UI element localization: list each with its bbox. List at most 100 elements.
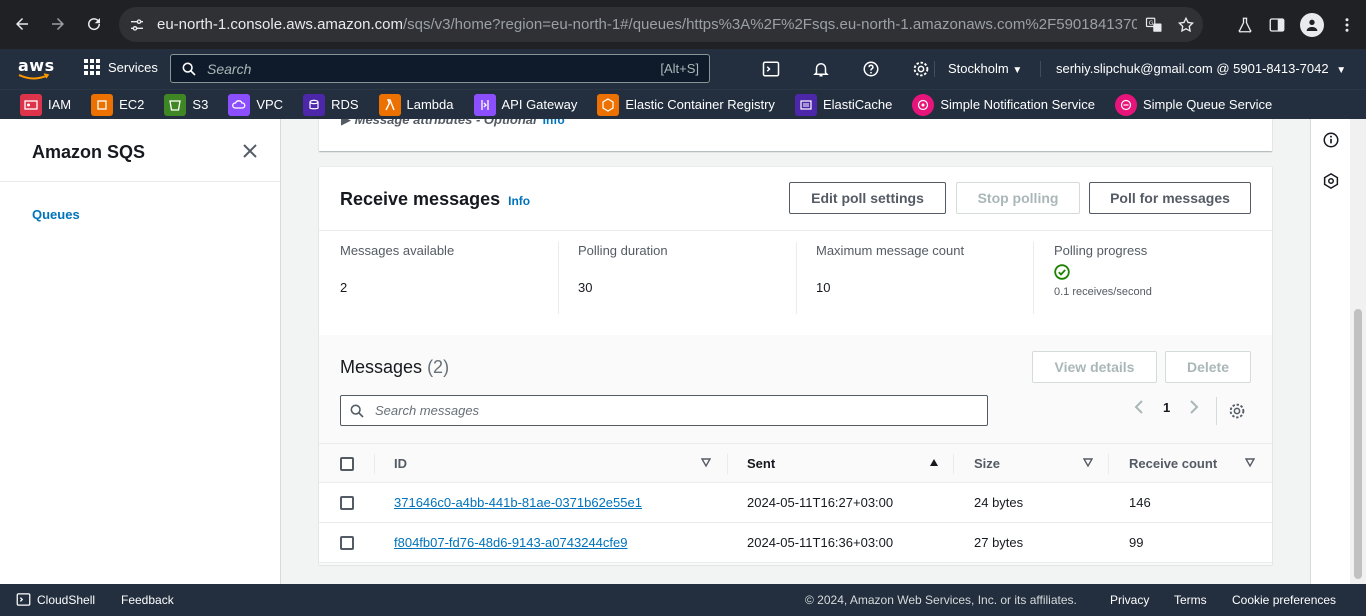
notifications-button[interactable] [796, 49, 846, 89]
url-text: eu-north-1.console.aws.amazon.com/sqs/v3… [157, 16, 1137, 33]
message-receive-count: 146 [1129, 495, 1151, 510]
favorite-label: Elastic Container Registry [625, 97, 775, 112]
sort-up-icon[interactable] [929, 458, 939, 468]
message-id-link[interactable]: f804fb07-fd76-48d6-9143-a0743244cfe9 [394, 535, 627, 550]
kebab-menu-icon[interactable] [1338, 16, 1356, 34]
receive-messages-panel: Receive messages Info Edit poll settings … [319, 166, 1272, 565]
reload-button[interactable] [76, 6, 112, 42]
stat-polling-progress: Polling progress 0.1 receives/second [1054, 243, 1152, 315]
column-header-id[interactable]: ID [394, 456, 407, 471]
view-details-button[interactable]: View details [1032, 351, 1157, 383]
close-icon [243, 144, 257, 158]
services-menu[interactable]: Services [84, 59, 158, 75]
aws-smile-icon [18, 73, 50, 80]
hexagon-settings-icon[interactable] [1322, 172, 1340, 190]
chevron-left-icon[interactable] [1133, 399, 1145, 415]
sort-down-icon[interactable] [701, 458, 711, 468]
favorite-ecr[interactable]: Elastic Container Registry [577, 90, 775, 120]
address-bar[interactable]: eu-north-1.console.aws.amazon.com/sqs/v3… [119, 7, 1203, 42]
favorite-sns[interactable]: Simple Notification Service [892, 90, 1095, 120]
favorite-sqs[interactable]: Simple Queue Service [1095, 90, 1272, 120]
settings-button[interactable] [896, 49, 946, 89]
delete-button[interactable]: Delete [1165, 351, 1251, 383]
favorite-rds[interactable]: RDS [283, 90, 359, 120]
favorite-s3[interactable]: S3 [144, 90, 208, 120]
terms-link[interactable]: Terms [1174, 593, 1207, 607]
account-menu[interactable]: serhiy.slipchuk@gmail.com @ 5901-8413-70… [1056, 61, 1346, 76]
aws-logo[interactable]: aws [18, 56, 55, 80]
table-row[interactable]: f804fb07-fd76-48d6-9143-a0743244cfe9 202… [319, 523, 1272, 563]
console-footer: CloudShell Feedback © 2024, Amazon Web S… [0, 584, 1366, 616]
receive-messages-header: Receive messages Info Edit poll settings … [319, 167, 1272, 231]
privacy-link[interactable]: Privacy [1110, 593, 1149, 607]
info-circle-icon[interactable] [1322, 131, 1340, 149]
ec2-icon [91, 93, 114, 116]
favorite-iam[interactable]: IAM [0, 90, 71, 120]
svg-text:G: G [1149, 20, 1154, 27]
favorite-vpc[interactable]: VPC [208, 90, 283, 120]
caret-down-icon: ▼ [1336, 65, 1347, 76]
forward-button[interactable] [40, 6, 76, 42]
favorite-api-gateway[interactable]: API Gateway [454, 90, 577, 120]
message-receive-count: 99 [1129, 535, 1144, 550]
feedback-link[interactable]: Feedback [121, 593, 174, 607]
site-info-icon[interactable] [129, 17, 145, 33]
api-gateway-icon [473, 93, 496, 116]
stat-divider [558, 242, 559, 314]
page-scrollbar[interactable] [1350, 119, 1366, 584]
chevron-right-icon[interactable] [1188, 399, 1200, 415]
caret-down-icon: ▼ [1012, 65, 1023, 76]
favorites-bar: IAM EC2 S3 VPC RDS Lambda API Gateway El… [0, 89, 1366, 119]
pagination: 1 [1133, 399, 1200, 415]
current-page[interactable]: 1 [1163, 400, 1170, 415]
bookmark-star-icon[interactable] [1177, 16, 1195, 34]
sort-down-icon[interactable] [1245, 458, 1255, 468]
favorite-lambda[interactable]: Lambda [359, 90, 454, 120]
favorite-elasticache[interactable]: ElastiCache [775, 90, 892, 120]
select-all-checkbox[interactable] [340, 457, 354, 471]
cloudshell-button[interactable] [746, 49, 796, 89]
column-header-size[interactable]: Size [974, 456, 1000, 471]
side-navigation: Amazon SQS Queues [0, 119, 281, 584]
browser-toolbar: eu-north-1.console.aws.amazon.com/sqs/v3… [0, 0, 1366, 49]
receive-messages-title: Receive messages Info [340, 189, 530, 210]
cloudshell-link[interactable]: CloudShell [16, 592, 95, 607]
terminal-icon [762, 61, 780, 77]
cookie-preferences-link[interactable]: Cookie preferences [1232, 593, 1336, 607]
message-attributes-label: Message attributes - Optional [354, 119, 537, 127]
services-label: Services [108, 59, 158, 75]
row-checkbox[interactable] [340, 536, 354, 550]
lambda-icon [378, 93, 401, 116]
edit-poll-settings-button[interactable]: Edit poll settings [789, 182, 946, 214]
translate-icon[interactable]: G [1145, 16, 1163, 34]
column-header-receive-count[interactable]: Receive count [1129, 456, 1217, 471]
search-shortcut: [Alt+S] [660, 61, 699, 76]
close-side-nav-button[interactable] [242, 143, 258, 159]
row-checkbox[interactable] [340, 496, 354, 510]
gear-icon[interactable] [1228, 402, 1246, 420]
help-button[interactable] [846, 49, 896, 89]
profile-avatar[interactable] [1300, 12, 1324, 37]
caret-right-icon: ▶ [341, 119, 355, 127]
scrollbar-thumb[interactable] [1354, 309, 1362, 579]
message-id-link[interactable]: 371646c0-a4bb-441b-81ae-0371b62e55e1 [394, 495, 642, 510]
favorite-ec2[interactable]: EC2 [71, 90, 144, 120]
info-link[interactable]: Info [543, 119, 565, 127]
side-panel-icon[interactable] [1268, 16, 1286, 34]
side-nav-queues[interactable]: Queues [32, 207, 80, 222]
table-row[interactable]: 371646c0-a4bb-441b-81ae-0371b62e55e1 202… [319, 483, 1272, 523]
global-search-input[interactable]: Search [Alt+S] [170, 54, 710, 83]
reload-icon [88, 18, 101, 31]
poll-for-messages-button[interactable]: Poll for messages [1089, 182, 1251, 214]
info-link[interactable]: Info [508, 194, 530, 208]
labs-icon[interactable] [1236, 16, 1254, 34]
column-header-sent[interactable]: Sent [747, 456, 775, 471]
search-messages-input[interactable]: Search messages [340, 395, 988, 426]
grid-icon [84, 59, 100, 75]
sort-down-icon[interactable] [1083, 458, 1093, 468]
region-selector[interactable]: Stockholm ▼ [948, 61, 1022, 76]
message-attributes-toggle[interactable]: ▶ Message attributes - Optional Info [341, 119, 565, 128]
back-button[interactable] [4, 6, 40, 42]
aws-top-nav: aws Services Search [Alt+S] Stockholm ▼ … [0, 49, 1366, 89]
stop-polling-button[interactable]: Stop polling [956, 182, 1080, 214]
